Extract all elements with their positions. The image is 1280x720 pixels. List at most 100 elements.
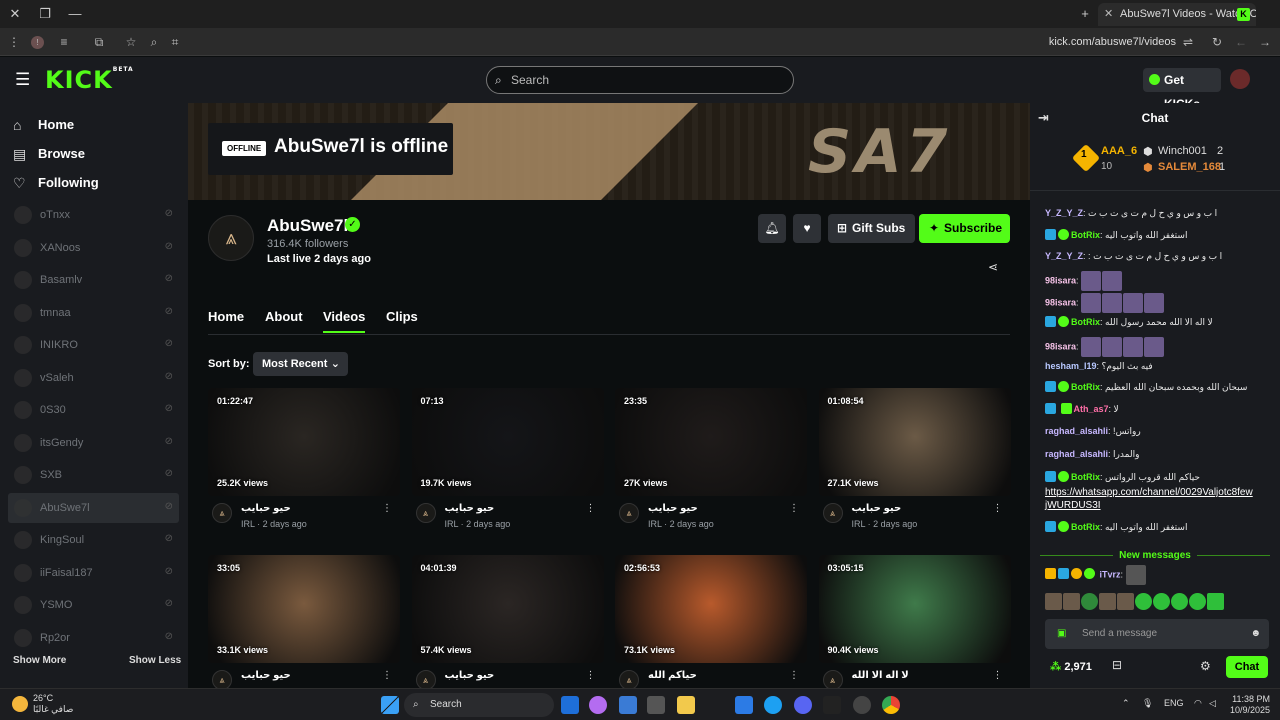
channel-avatar[interactable]: ⩓ — [212, 670, 232, 688]
leader-first-name[interactable]: AAA_6 — [1101, 145, 1137, 157]
chrome-icon[interactable] — [882, 696, 900, 714]
emoji-icon[interactable]: ☻ — [1250, 619, 1261, 649]
file-explorer-icon[interactable] — [677, 696, 695, 714]
sidebar-item-home[interactable]: ⌂ Home — [13, 114, 74, 136]
video-thumbnail[interactable]: 02:56:53 73.1K views — [615, 555, 807, 663]
video-thumbnail[interactable]: 01:22:47 25.2K views — [208, 388, 400, 496]
video-title[interactable]: حيو حبايب — [241, 670, 291, 681]
outlook-icon[interactable] — [561, 696, 579, 714]
leader-second-name[interactable]: Winch001 — [1158, 145, 1207, 157]
clock[interactable]: 11:38 PM 10/9/2025 — [1226, 694, 1270, 716]
weather-widget[interactable]: 26°C صافي غالبًا — [33, 693, 73, 715]
video-thumbnail[interactable]: 33:05 33.1K views — [208, 555, 400, 663]
chevron-up-icon[interactable]: ⌃ — [1122, 698, 1130, 709]
edge-icon[interactable] — [764, 696, 782, 714]
store-icon[interactable] — [647, 696, 665, 714]
send-chat-button[interactable]: Chat — [1226, 656, 1268, 678]
video-card[interactable]: 03:05:15 90.4K views ⩓ لا اله الا الله ⋮ — [818, 555, 1011, 688]
sidebar-channel[interactable]: XANoos ⊘ — [8, 233, 179, 263]
collapse-chat-icon[interactable]: ⇥ — [1038, 103, 1049, 133]
sort-select[interactable]: Most Recent ⌄ — [253, 352, 348, 376]
language-indicator[interactable]: ENG — [1164, 698, 1184, 708]
channel-avatar[interactable]: ⩓ — [822, 503, 843, 523]
sidebar-channel[interactable]: KingSoul ⊘ — [8, 525, 179, 555]
kicks-balance[interactable]: ⁂ 2,971 — [1050, 660, 1092, 673]
menu-dots-icon[interactable]: ⋮ — [6, 34, 22, 50]
channel-avatar[interactable]: ⩓ — [822, 670, 843, 688]
kick-logo[interactable]: KICKBETA — [45, 66, 134, 94]
chat-username[interactable]: Ath_as7 — [1074, 404, 1109, 414]
restore-window-icon[interactable]: ❐ — [34, 4, 56, 24]
video-title[interactable]: حيو حبايب — [241, 503, 291, 514]
video-thumbnail[interactable]: 23:35 27K views — [615, 388, 807, 496]
browser-tab[interactable]: ✕ AbuSwe7l Videos - Watch On-D K — [1098, 3, 1256, 26]
tab-clips[interactable]: Clips — [386, 309, 418, 324]
video-title[interactable]: حيو حبايب — [852, 503, 902, 514]
more-options-icon[interactable]: ⋮ — [993, 670, 1003, 681]
tab-home[interactable]: Home — [208, 309, 244, 324]
more-options-icon[interactable]: ⋮ — [382, 670, 392, 681]
minimize-window-icon[interactable]: — — [64, 4, 86, 24]
sidebar-channel[interactable]: AbuSwe7l ⊘ — [8, 492, 179, 523]
notification-bell-button[interactable]: 🔔︎ — [758, 214, 786, 243]
video-title[interactable]: حيو حبايب — [445, 503, 495, 514]
sidebar-channel[interactable]: Rp2or ⊘ — [8, 623, 179, 653]
channel-name[interactable]: AbuSwe7l — [267, 216, 348, 236]
chat-username[interactable]: BotRix — [1071, 522, 1100, 532]
video-title[interactable]: لا اله الا الله — [852, 670, 909, 681]
chat-username[interactable]: BotRix — [1071, 230, 1100, 240]
app-icon[interactable] — [735, 696, 753, 714]
channel-avatar[interactable]: ⩓ — [415, 670, 436, 688]
sidebar-channel[interactable]: INIKRO ⊘ — [8, 330, 179, 360]
translate-icon[interactable]: ⌗ — [167, 34, 183, 50]
close-tab-icon[interactable]: ✕ — [1104, 3, 1113, 26]
taskbar-search[interactable]: ⌕ Search — [404, 693, 554, 717]
channel-avatar[interactable]: ⩓ — [415, 503, 436, 523]
windows-start-icon[interactable] — [381, 696, 399, 714]
zoom-icon[interactable]: ⌕ — [146, 34, 162, 50]
chat-username[interactable]: hesham_l19 — [1045, 361, 1097, 371]
video-thumbnail[interactable]: 07:13 19.7K views — [411, 388, 604, 496]
more-options-icon[interactable]: ⋮ — [789, 503, 799, 514]
show-less-button[interactable]: Show Less — [129, 655, 181, 666]
sidebar-channel[interactable]: vSaleh ⊘ — [8, 363, 179, 393]
hamburger-menu-icon[interactable]: ☰ — [15, 70, 30, 90]
channel-avatar[interactable]: ⩓ — [212, 503, 232, 523]
chat-username[interactable]: BotRix — [1071, 472, 1100, 482]
star-icon[interactable]: ☆ — [123, 34, 139, 50]
call-of-duty-icon[interactable] — [823, 696, 841, 714]
video-card[interactable]: 23:35 27K views ⩓ حيو حبايب IRL · 2 days ago… — [615, 388, 807, 538]
tab-videos[interactable]: Videos — [323, 309, 366, 333]
video-card[interactable]: 01:22:47 25.2K views ⩓ حيو حبايب IRL · 2 day… — [208, 388, 400, 538]
extensions-icon[interactable]: ⧉ — [91, 34, 107, 50]
sidebar-channel[interactable]: itsGendy ⊘ — [8, 428, 179, 458]
more-options-icon[interactable]: ⋮ — [382, 503, 392, 514]
more-options-icon[interactable]: ⋮ — [993, 503, 1003, 514]
user-avatar[interactable] — [1230, 69, 1250, 89]
profile-icon[interactable]: ! — [31, 36, 44, 49]
sidebar-channel[interactable]: tmnaa ⊘ — [8, 298, 179, 328]
reading-list-icon[interactable]: ≡ — [56, 34, 72, 50]
reload-icon[interactable]: ↻ — [1209, 34, 1225, 50]
chat-link[interactable]: https://whatsapp.com/channel/0029Valjotc… — [1045, 487, 1253, 511]
chat-username[interactable]: iTvrz — [1100, 569, 1121, 579]
video-title[interactable]: حياكم الله — [648, 670, 697, 681]
video-card[interactable]: 04:01:39 57.4K views ⩓ حيو حبايب ⋮ — [411, 555, 604, 688]
show-more-button[interactable]: Show More — [13, 655, 66, 666]
follow-heart-button[interactable]: ♥ — [793, 214, 821, 243]
chat-username[interactable]: 98isara — [1045, 341, 1076, 351]
chat-username[interactable]: BotRix — [1071, 382, 1100, 392]
tab-about[interactable]: About — [265, 309, 303, 324]
sidebar-item-following[interactable]: ♡ Following — [13, 172, 99, 194]
video-card[interactable]: 33:05 33.1K views ⩓ حيو حبايب ⋮ — [208, 555, 400, 688]
video-card[interactable]: 02:56:53 73.1K views ⩓ حياكم الله ⋮ — [615, 555, 807, 688]
forward-icon[interactable]: ← — [1233, 34, 1249, 50]
leader-third-name[interactable]: SALEM_168 — [1158, 161, 1221, 173]
chat-username[interactable]: raghad_alsahli — [1045, 426, 1108, 436]
sidebar-channel[interactable]: 0S30 ⊘ — [8, 395, 179, 425]
video-title[interactable]: حيو حبايب — [445, 670, 495, 681]
video-category[interactable]: IRL — [241, 519, 255, 529]
more-options-icon[interactable]: ⋮ — [586, 503, 596, 514]
search-input[interactable]: ⌕ Search — [486, 66, 794, 94]
close-window-icon[interactable]: ✕ — [4, 4, 26, 24]
